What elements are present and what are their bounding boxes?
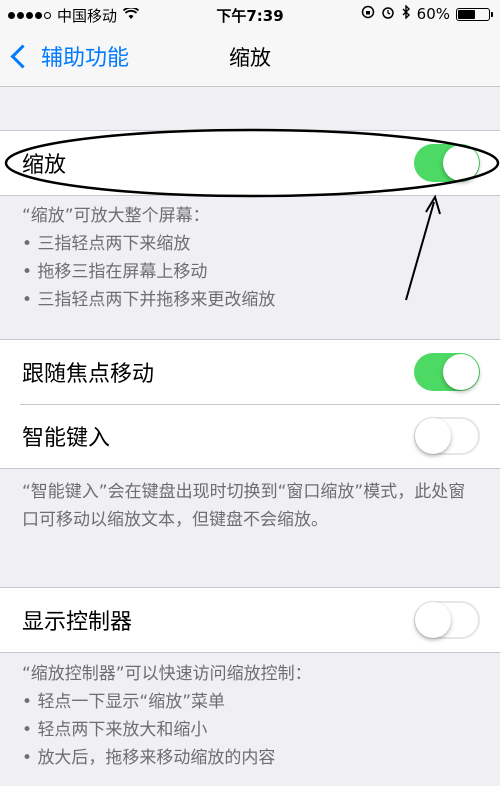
toggle-knob bbox=[443, 145, 479, 181]
follow-focus-toggle[interactable] bbox=[414, 353, 480, 391]
toggle-knob bbox=[415, 602, 451, 638]
smart-typing-row[interactable]: 智能键入 bbox=[0, 404, 500, 468]
zoom-toggle[interactable] bbox=[414, 144, 480, 182]
list-item: 拖移三指在屏幕上移动 bbox=[22, 258, 478, 286]
controller-footer: “缩放控制器”可以快速访问缩放控制： 轻点一下显示“缩放”菜单 轻点两下来放大和… bbox=[22, 660, 478, 772]
follow-focus-label: 跟随焦点移动 bbox=[22, 362, 155, 387]
zoom-footer-title: “缩放”可放大整个屏幕： bbox=[22, 206, 210, 226]
smart-typing-toggle[interactable] bbox=[414, 417, 480, 455]
zoom-row[interactable]: 缩放 bbox=[0, 131, 500, 195]
status-right: 60% bbox=[361, 4, 493, 23]
navigation-bar: 辅助功能 缩放 bbox=[0, 30, 500, 87]
controller-footer-title: “缩放控制器”可以快速访问缩放控制： bbox=[22, 664, 312, 684]
list-item: 三指轻点两下并拖移来更改缩放 bbox=[22, 286, 478, 314]
lock-rotation-icon bbox=[361, 5, 375, 23]
controller-footer-list: 轻点一下显示“缩放”菜单 轻点两下来放大和缩小 放大后，拖移来移动缩放的内容 bbox=[22, 688, 478, 772]
list-item: 轻点一下显示“缩放”菜单 bbox=[22, 688, 478, 716]
alarm-icon bbox=[381, 5, 395, 23]
battery-icon bbox=[456, 7, 493, 21]
zoom-group: 缩放 bbox=[0, 130, 500, 196]
battery-percent: 60% bbox=[416, 5, 450, 23]
bluetooth-icon bbox=[401, 4, 411, 23]
controller-group: 显示控制器 bbox=[0, 587, 500, 653]
page-title: 缩放 bbox=[229, 46, 271, 70]
show-controller-row[interactable]: 显示控制器 bbox=[0, 588, 500, 652]
zoom-label: 缩放 bbox=[22, 153, 67, 178]
smart-typing-footer-text: “智能键入”会在键盘出现时切换到“窗口缩放”模式，此处窗口可移动以缩放文本，但键… bbox=[22, 482, 466, 530]
battery-level-fill bbox=[458, 9, 476, 19]
follow-group: 跟随焦点移动 智能键入 bbox=[0, 339, 500, 469]
toggle-knob bbox=[415, 418, 451, 454]
list-item: 三指轻点两下来缩放 bbox=[22, 230, 478, 258]
show-controller-toggle[interactable] bbox=[414, 601, 480, 639]
list-item: 轻点两下来放大和缩小 bbox=[22, 716, 478, 744]
follow-focus-row[interactable]: 跟随焦点移动 bbox=[0, 340, 500, 404]
status-bar: 中国移动 下午7:39 60% bbox=[0, 0, 500, 30]
zoom-footer-list: 三指轻点两下来缩放 拖移三指在屏幕上移动 三指轻点两下并拖移来更改缩放 bbox=[22, 230, 478, 314]
zoom-footer: “缩放”可放大整个屏幕： 三指轻点两下来缩放 拖移三指在屏幕上移动 三指轻点两下… bbox=[22, 202, 478, 314]
show-controller-label: 显示控制器 bbox=[22, 610, 133, 635]
toggle-knob bbox=[443, 354, 479, 390]
smart-typing-footer: “智能键入”会在键盘出现时切换到“窗口缩放”模式，此处窗口可移动以缩放文本，但键… bbox=[22, 478, 478, 534]
list-item: 放大后，拖移来移动缩放的内容 bbox=[22, 744, 478, 772]
smart-typing-label: 智能键入 bbox=[22, 426, 111, 451]
